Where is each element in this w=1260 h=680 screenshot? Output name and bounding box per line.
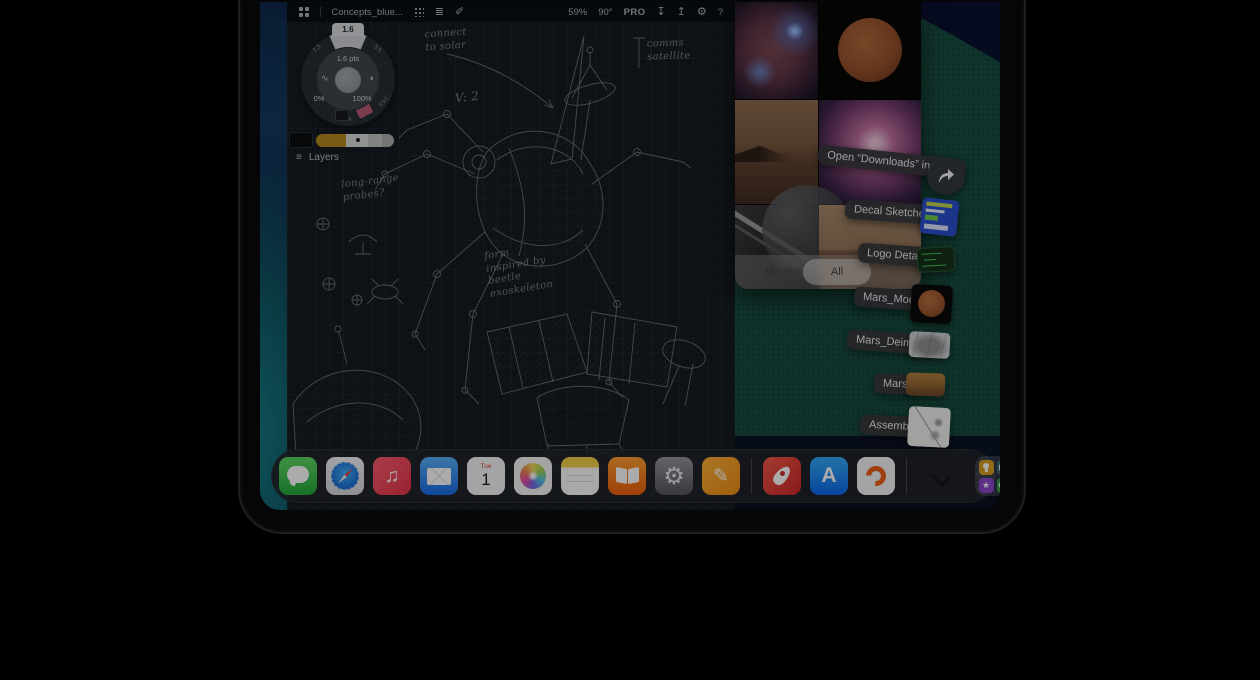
ipad-screen: connect to solar comms satellite V: 2 lo… bbox=[260, 2, 1000, 510]
ipad-device: connect to solar comms satellite V: 2 lo… bbox=[238, 0, 1026, 534]
screen-dim-overlay bbox=[260, 2, 1000, 510]
